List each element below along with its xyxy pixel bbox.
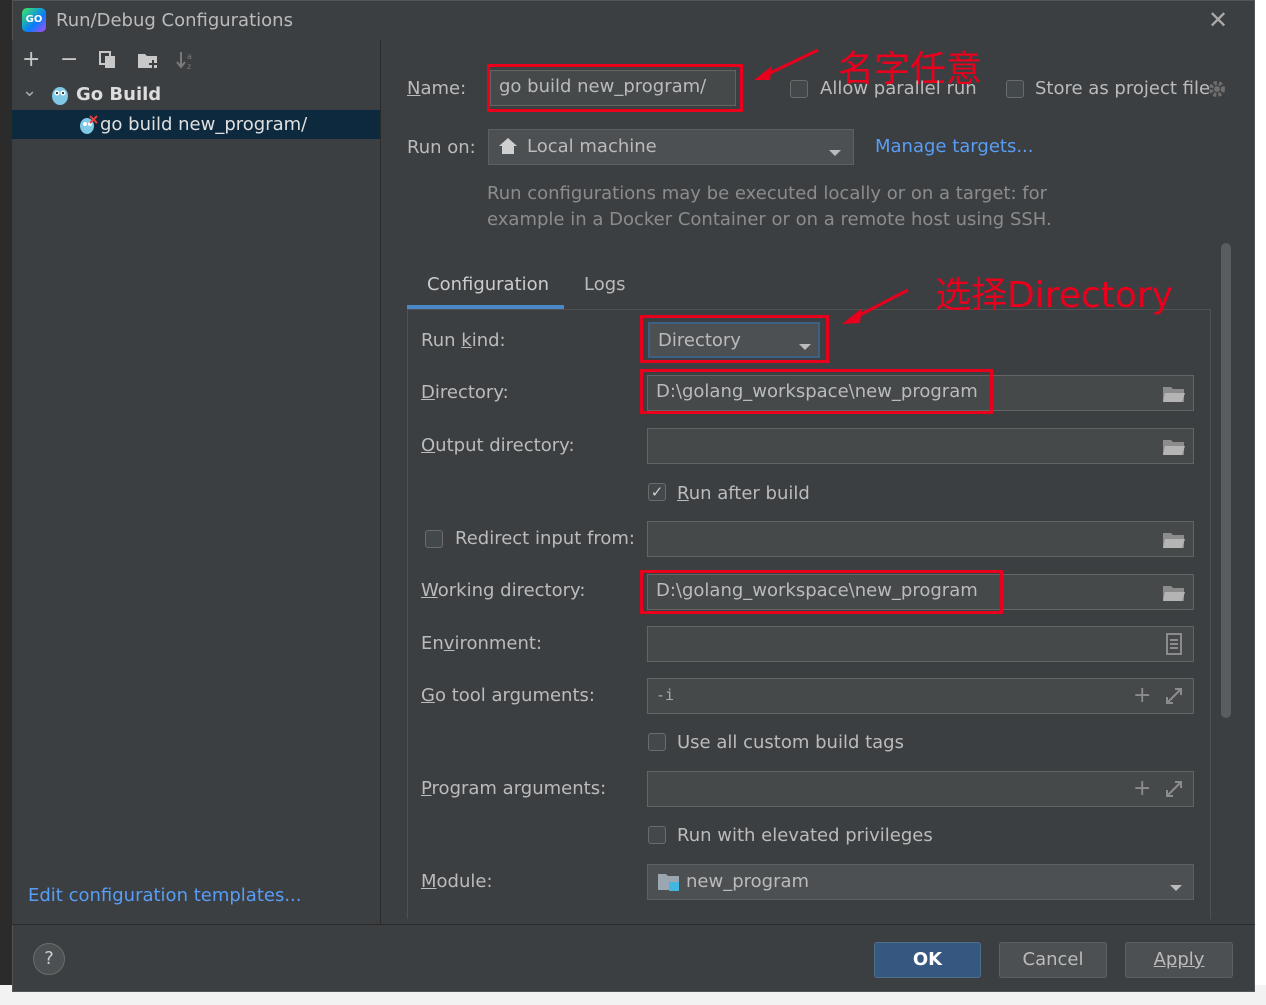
program-args-expand-icon[interactable] [1164,779,1184,799]
gear-icon[interactable] [1207,79,1227,99]
module-chevron-icon [1169,877,1183,891]
apply-button[interactable]: Apply [1125,942,1233,978]
name-highlight-box [487,64,743,112]
working-dir-folder-icon[interactable] [1162,584,1186,602]
run-kind-highlight-box [640,315,829,363]
run-after-build-checkbox[interactable]: ✓ [648,483,666,501]
directory-folder-icon[interactable] [1162,385,1186,403]
new-folder-icon[interactable] [137,50,161,70]
chevron-down-icon [828,142,842,156]
gopher-icon [50,84,70,106]
module-combo[interactable]: new_program [647,864,1194,900]
go-tool-args-label: Go tool arguments: [421,685,595,706]
store-project-label: Store as project file [1035,78,1211,99]
copy-icon[interactable] [98,50,118,70]
run-kind-label: Run kind: [421,330,506,351]
annotation-directory-note: 选择Directory [935,275,1173,316]
allow-parallel-label: Allow parallel run [820,78,977,99]
edit-templates-link[interactable]: Edit configuration templates... [28,885,302,906]
vertical-scrollbar[interactable] [1221,243,1231,718]
elevated-label: Run with elevated privileges [677,825,933,846]
output-folder-icon[interactable] [1162,438,1186,456]
svg-text:a: a [187,52,192,61]
program-args-label: Program arguments: [421,778,607,799]
module-folder-icon [657,872,681,892]
go-tool-expand-icon[interactable] [1164,686,1184,706]
home-icon [498,137,518,155]
go-tool-add-icon[interactable]: + [1133,685,1151,707]
output-dir-field[interactable] [647,428,1194,464]
redirect-input-label: Redirect input from: [455,528,635,549]
svg-text:z: z [187,62,191,70]
redirect-folder-icon[interactable] [1162,531,1186,549]
background-app-right [1255,0,1266,1005]
directory-label: Directory: [421,382,509,403]
cancel-button[interactable]: Cancel [999,942,1107,978]
annotation-arrow-runkind [840,286,910,328]
footer-divider [12,924,1255,925]
tree-group-go-build[interactable]: Go Build [76,84,161,105]
redirect-input-field[interactable] [647,521,1194,557]
background-app-left [0,0,12,1005]
manage-targets-link[interactable]: Manage targets... [875,136,1034,157]
tab-logs[interactable]: Logs [584,274,626,295]
custom-tags-checkbox[interactable] [648,733,666,751]
close-icon[interactable]: ✕ [1208,6,1228,34]
hint-line-1: Run configurations may be executed local… [487,183,1048,204]
output-dir-label: Output directory: [421,435,575,456]
tab-configuration[interactable]: Configuration [427,274,549,295]
allow-parallel-checkbox[interactable] [790,80,808,98]
name-label: Name: [407,78,467,99]
dialog-title: Run/Debug Configurations [56,10,293,31]
hint-line-2: example in a Docker Container or on a re… [487,209,1052,230]
config-tree-pane [12,40,381,924]
run-on-label: Run on: [407,137,476,158]
module-label: Module: [421,871,493,892]
environment-field[interactable] [647,626,1194,662]
environment-label: Environment: [421,633,543,654]
sort-icon[interactable]: az [176,50,198,71]
working-dir-highlight-box [640,570,1003,614]
add-icon[interactable]: + [22,48,40,72]
expand-chevron-icon[interactable]: ⌄ [22,80,37,101]
run-on-combo[interactable]: Local machine [488,129,854,165]
program-args-add-icon[interactable]: + [1133,778,1151,800]
document-icon[interactable] [1166,633,1182,655]
custom-tags-label: Use all custom build tags [677,732,904,753]
help-button[interactable]: ? [33,943,65,975]
gopher-config-icon [78,114,98,136]
directory-highlight-box [640,369,993,414]
working-dir-label: Working directory: [421,580,586,601]
goland-icon: GO [22,8,46,32]
tree-item-label[interactable]: go build new_program/ [100,114,307,135]
run-after-build-label: Run after build [677,483,810,504]
elevated-checkbox[interactable] [648,826,666,844]
store-project-checkbox[interactable] [1006,80,1024,98]
annotation-arrow-name [752,46,822,86]
program-args-field[interactable] [647,771,1194,807]
ok-button[interactable]: OK [874,942,981,978]
redirect-input-checkbox[interactable] [425,530,443,548]
remove-icon[interactable]: − [60,48,78,72]
go-tool-args-field[interactable]: -i [647,678,1194,714]
